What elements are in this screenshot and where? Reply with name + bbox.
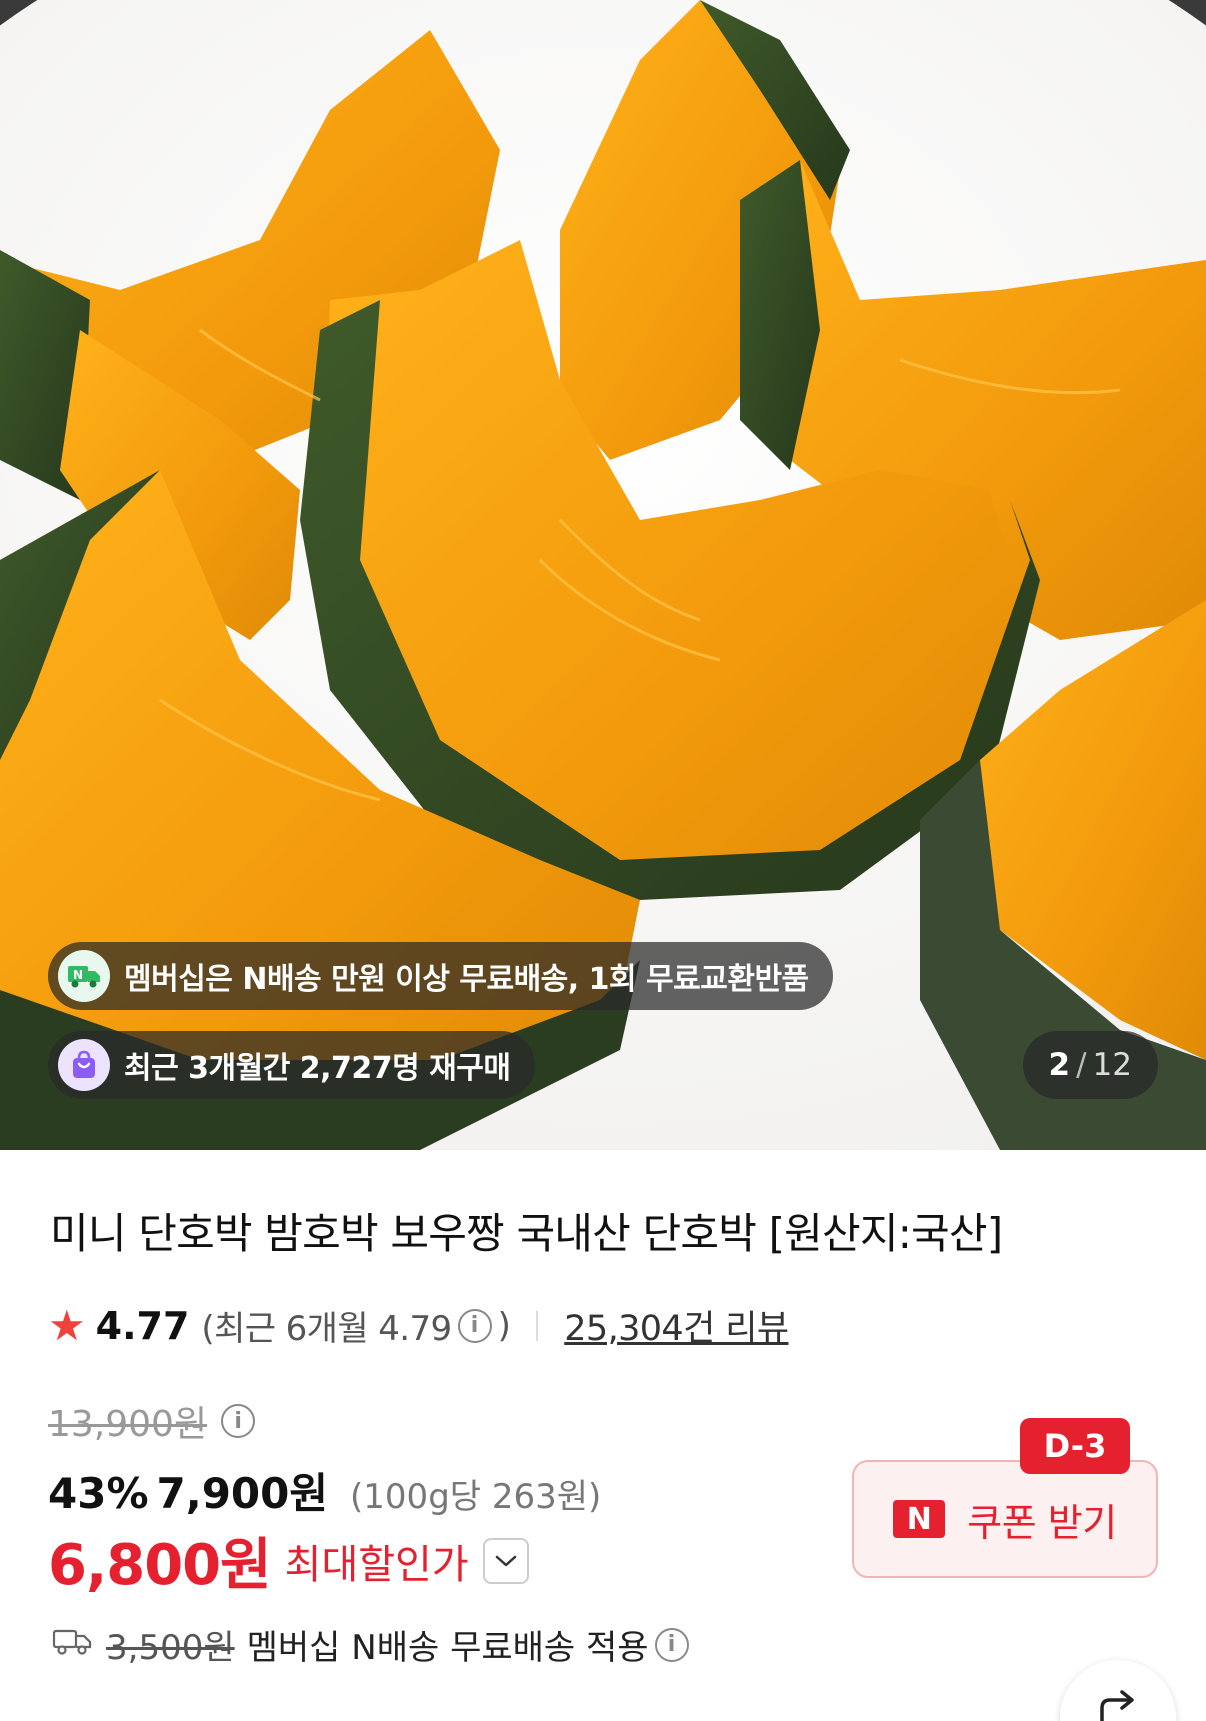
original-price-row: 13,900원 i [48, 1395, 261, 1447]
share-icon [1096, 1686, 1140, 1721]
coupon-dday-badge: D-3 [1020, 1418, 1130, 1474]
coupon-button[interactable]: N 쿠폰 받기 [852, 1460, 1158, 1578]
image-counter-total: 12 [1092, 1047, 1132, 1083]
chevron-down-icon[interactable] [482, 1537, 529, 1584]
sale-price: 7,900원 [156, 1469, 329, 1518]
coupon-button-label: 쿠폰 받기 [967, 1500, 1117, 1545]
max-discount-price: 6,800원 [48, 1533, 272, 1598]
share-button[interactable] [1060, 1660, 1176, 1721]
shipping-row: 3,500원 멤버십 N배송 무료배송 적용 i [52, 1620, 695, 1669]
recent-rating-prefix: (최근 6개월 4.79 [201, 1309, 452, 1349]
repurchase-notice-pill: 최근 3개월간 2,727명 재구매 [48, 1031, 535, 1099]
unit-price: (100g당 263원) [350, 1477, 602, 1517]
delivery-truck-icon [52, 1625, 92, 1665]
image-counter-separator: / [1076, 1047, 1087, 1083]
star-icon: ★ [48, 1300, 86, 1350]
sale-price-row: 43% 7,900원 (100g당 263원) [48, 1460, 601, 1521]
original-shipping-fee: 3,500원 [106, 1628, 235, 1668]
svg-text:N: N [73, 968, 83, 982]
truck-n-icon: N [58, 950, 110, 1002]
info-icon[interactable]: i [457, 1308, 492, 1343]
membership-notice-text: 멤버십은 N배송 만원 이상 무료배송, 1회 무료교환반품 [124, 962, 809, 997]
product-image-carousel[interactable]: N 멤버십은 N배송 만원 이상 무료배송, 1회 무료교환반품 최근 3개월간… [0, 0, 1206, 1150]
review-count-link[interactable]: 25,304건 리뷰 [564, 1300, 789, 1351]
info-icon[interactable]: i [221, 1404, 256, 1438]
repurchase-notice-text: 최근 3개월간 2,727명 재구매 [124, 1051, 511, 1086]
recent-rating-suffix: ) [497, 1305, 511, 1346]
product-title: 미니 단호박 밤호박 보우짱 국내산 단호박 [원산지:국산] [50, 1209, 1003, 1258]
divider [536, 1310, 539, 1341]
image-counter-current: 2 [1048, 1047, 1071, 1083]
max-discount-label: 최대할인가 [284, 1541, 469, 1588]
rating-score: 4.77 [95, 1303, 190, 1348]
max-discount-row: 6,800원 최대할인가 [48, 1520, 529, 1601]
original-price: 13,900원 [48, 1404, 208, 1445]
rating-row: ★ 4.77 (최근 6개월 4.79 i ) 25,304건 리뷰 [48, 1300, 789, 1351]
discount-rate: 43% [48, 1469, 149, 1518]
image-counter: 2 / 12 [1022, 1031, 1158, 1099]
naver-n-logo-icon: N [893, 1500, 946, 1538]
shopping-bag-icon [58, 1039, 110, 1091]
membership-notice-pill: N 멤버십은 N배송 만원 이상 무료배송, 1회 무료교환반품 [48, 942, 833, 1010]
shipping-text: 멤버십 N배송 무료배송 적용 [246, 1628, 649, 1668]
info-icon[interactable]: i [654, 1627, 689, 1662]
